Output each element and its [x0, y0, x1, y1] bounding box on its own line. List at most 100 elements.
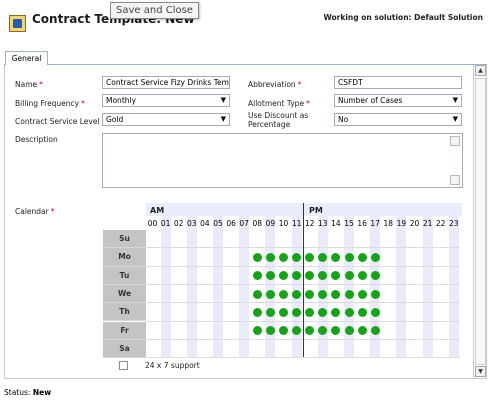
- textarea-scroll-down[interactable]: [450, 175, 460, 185]
- support-slot[interactable]: [305, 289, 315, 299]
- calendar-label: Calendar *: [15, 207, 55, 216]
- hour-label: 02: [173, 219, 184, 228]
- hour-column-band: [370, 216, 381, 359]
- hour-column-band: [396, 216, 407, 359]
- use-discount-select[interactable]: No: [334, 113, 462, 126]
- support-slot[interactable]: [318, 289, 328, 299]
- hour-label: 00: [147, 219, 158, 228]
- support-slot[interactable]: [370, 326, 380, 336]
- am-label: AM: [150, 206, 165, 215]
- textarea-scroll-up[interactable]: [450, 136, 460, 146]
- status-bar: Status: New: [4, 388, 51, 397]
- hour-label: 23: [449, 219, 459, 228]
- hour-label: 19: [396, 219, 407, 228]
- support-slot[interactable]: [252, 307, 262, 317]
- hour-label: 04: [200, 219, 210, 228]
- form-scrollbar[interactable]: ▲ ▼: [473, 65, 486, 378]
- contract-service-level-select[interactable]: Gold: [102, 113, 230, 126]
- use-discount-value: No: [338, 115, 349, 124]
- support-slot[interactable]: [370, 271, 380, 281]
- day-label: Fr: [103, 321, 146, 340]
- hour-column-band: [422, 216, 433, 359]
- hour-label: 16: [357, 219, 367, 228]
- support-slot[interactable]: [344, 326, 354, 336]
- status-label: Status:: [4, 388, 31, 397]
- day-label: Th: [103, 303, 146, 322]
- day-label: Mo: [103, 248, 146, 267]
- hour-label: 08: [252, 219, 263, 228]
- scroll-down-button[interactable]: ▼: [475, 366, 486, 377]
- allotment-type-value: Number of Cases: [338, 96, 403, 105]
- hour-column-band: [344, 216, 354, 359]
- hour-label: 17: [370, 219, 380, 228]
- support-slot[interactable]: [265, 289, 275, 299]
- allotment-type-select[interactable]: Number of Cases: [334, 94, 462, 107]
- hour-label: 14: [331, 219, 341, 228]
- full-support-checkbox[interactable]: [119, 361, 128, 370]
- hour-label: 22: [435, 219, 446, 228]
- hour-label: 13: [318, 219, 328, 228]
- hour-label: 01: [160, 219, 171, 228]
- hour-column-band: [265, 216, 276, 359]
- hour-label: 10: [278, 219, 289, 228]
- hour-label: 09: [265, 219, 276, 228]
- support-slot[interactable]: [370, 252, 380, 262]
- hour-column-band: [291, 216, 302, 359]
- support-slot[interactable]: [370, 289, 380, 299]
- support-slot[interactable]: [252, 289, 262, 299]
- abbreviation-field[interactable]: CSFDT: [334, 76, 462, 89]
- support-slot[interactable]: [279, 307, 288, 317]
- hour-column-band: [239, 216, 250, 359]
- name-label: Name *: [15, 80, 43, 89]
- support-slot[interactable]: [357, 252, 367, 262]
- full-support-label: 24 x 7 support: [145, 361, 200, 370]
- support-slot[interactable]: [344, 307, 354, 317]
- day-label: Sa: [103, 339, 146, 359]
- support-slot[interactable]: [370, 307, 380, 317]
- support-slot[interactable]: [265, 307, 275, 317]
- support-slot[interactable]: [357, 326, 367, 336]
- description-label: Description: [15, 135, 58, 144]
- calendar-header: [146, 203, 462, 216]
- scroll-thumb[interactable]: [475, 78, 486, 365]
- hour-label: 11: [291, 219, 302, 228]
- use-discount-label: Use Discount as Percentage: [248, 111, 309, 129]
- description-textarea[interactable]: [102, 133, 463, 188]
- support-slot[interactable]: [292, 289, 302, 299]
- solution-indicator: Working on solution: Default Solution: [323, 13, 483, 22]
- support-slot[interactable]: [252, 271, 262, 281]
- tab-general[interactable]: General: [5, 51, 48, 65]
- support-slot[interactable]: [357, 289, 367, 299]
- support-slot[interactable]: [357, 307, 367, 317]
- support-slot[interactable]: [265, 252, 275, 262]
- support-slot[interactable]: [357, 271, 367, 281]
- hour-column-band: [448, 216, 459, 359]
- support-slot[interactable]: [344, 252, 354, 262]
- abbreviation-label: Abbreviation *: [248, 80, 302, 89]
- noon-divider: [303, 203, 304, 357]
- support-slot[interactable]: [252, 252, 262, 262]
- day-label: Tu: [103, 266, 146, 285]
- support-slot[interactable]: [344, 289, 354, 299]
- name-field[interactable]: Contract Service Fizy Drinks Templ: [102, 76, 230, 89]
- day-label: Su: [103, 230, 146, 249]
- support-slot[interactable]: [292, 252, 302, 262]
- billing-frequency-select[interactable]: Monthly: [102, 94, 230, 107]
- support-slot[interactable]: [252, 326, 262, 336]
- hour-column-band: [317, 216, 328, 359]
- save-and-close-tooltip: Save and Close: [110, 2, 199, 19]
- hour-label: 20: [409, 219, 420, 228]
- support-slot[interactable]: [305, 307, 315, 317]
- hour-label: 06: [226, 219, 236, 228]
- pm-label: PM: [309, 206, 323, 215]
- hour-label: 03: [187, 219, 197, 228]
- support-slot[interactable]: [279, 252, 288, 262]
- support-slot[interactable]: [279, 289, 288, 299]
- scroll-up-button[interactable]: ▲: [475, 65, 486, 76]
- support-slot[interactable]: [331, 289, 341, 299]
- support-slot[interactable]: [292, 307, 302, 317]
- support-slot[interactable]: [344, 271, 354, 281]
- hour-label: 12: [304, 219, 315, 228]
- support-slot[interactable]: [265, 326, 275, 336]
- billing-frequency-value: Monthly: [106, 96, 137, 105]
